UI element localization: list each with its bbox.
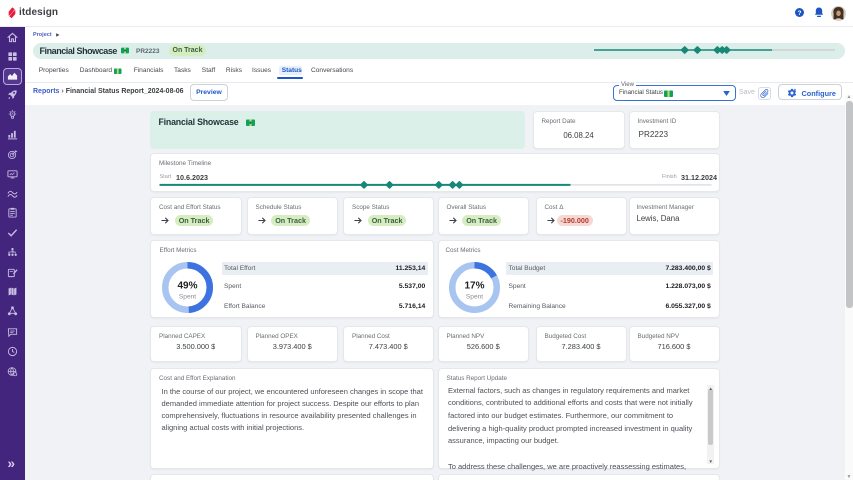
- svg-text:Spent: Spent: [466, 294, 483, 301]
- svg-text:?: ?: [797, 10, 801, 17]
- svg-text:49%: 49%: [177, 280, 197, 291]
- svg-text:Spent: Spent: [178, 293, 195, 300]
- svg-text:17%: 17%: [464, 281, 484, 292]
